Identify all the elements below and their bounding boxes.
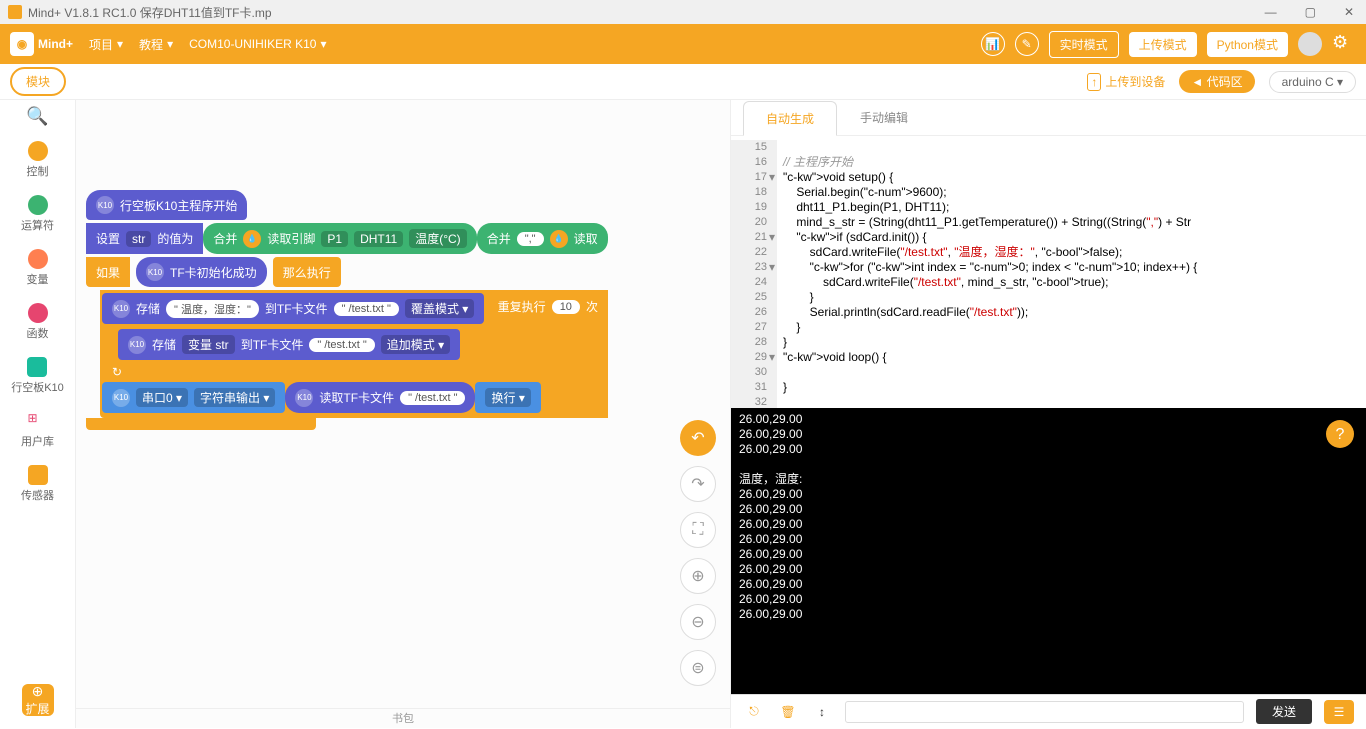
block-store-append[interactable]: K10存储变量 str到TF卡文件" /test.txt "追加模式 ▾: [118, 329, 460, 360]
block-if[interactable]: 如果 K10TF卡初始化成功 那么执行: [86, 257, 608, 290]
cat-k10[interactable]: 行空板K10: [7, 353, 68, 399]
window-controls: — ▢ ✕: [1261, 5, 1358, 19]
menu-icon[interactable]: ☰: [1324, 700, 1354, 724]
menu-project[interactable]: 项目 ▾: [89, 36, 123, 53]
right-pane: 自动生成 手动编辑 15 16// 主程序开始17▾"c-kw">void se…: [730, 100, 1366, 728]
k10-icon: K10: [112, 389, 130, 407]
cat-functions[interactable]: 函数: [23, 299, 53, 345]
sidebar: 🔍 控制 运算符 变量 函数 行空板K10 ⊞用户库 传感器 ⊕扩展: [0, 100, 76, 728]
terminal-input[interactable]: [845, 701, 1244, 723]
help-button[interactable]: ?: [1326, 420, 1354, 448]
close-button[interactable]: ✕: [1340, 5, 1358, 19]
k10-icon: K10: [128, 336, 146, 354]
header: Mind+ 项目 ▾ 教程 ▾ COM10-UNIHIKER K10 ▾ 📊 ✎…: [0, 24, 1366, 64]
logo: Mind+: [10, 32, 73, 56]
cat-userlib[interactable]: ⊞用户库: [17, 407, 58, 453]
toolbar: 模块 ↑上传到设备 ◄ 代码区 arduino C ▾: [0, 64, 1366, 100]
k10-icon: K10: [146, 263, 164, 281]
avatar[interactable]: [1298, 32, 1322, 56]
code-area-button[interactable]: ◄ 代码区: [1179, 70, 1254, 93]
send-button[interactable]: 发送: [1256, 699, 1312, 724]
workspace[interactable]: K10行空板K10主程序开始 设置str的值为 合并💧读取引脚P1DHT11温度…: [76, 100, 730, 728]
zoom-in-button[interactable]: ⊕: [680, 558, 716, 594]
block-repeat[interactable]: 重复执行10次: [488, 292, 608, 321]
edit-icon[interactable]: ✎: [1015, 32, 1039, 56]
modules-button[interactable]: 模块: [10, 67, 66, 96]
redo-button[interactable]: ↷: [680, 466, 716, 502]
zoom-reset-button[interactable]: ⊜: [680, 650, 716, 686]
terminal[interactable]: ? 26.00,29.0026.00,29.0026.00,29.00 温度，湿…: [731, 408, 1366, 694]
minimize-button[interactable]: —: [1261, 5, 1281, 19]
window-title: Mind+ V1.8.1 RC1.0 保存DHT11值到TF卡.mp: [28, 4, 272, 21]
tab-auto[interactable]: 自动生成: [743, 101, 837, 136]
menu-tutorial[interactable]: 教程 ▾: [139, 36, 173, 53]
usb-icon[interactable]: ⎋: [743, 701, 765, 723]
workspace-controls: ↶ ↷ ⛶ ⊕ ⊖ ⊜: [680, 420, 716, 686]
cat-variables[interactable]: 变量: [23, 245, 53, 291]
logo-icon: [10, 32, 34, 56]
zoom-out-button[interactable]: ⊖: [680, 604, 716, 640]
extend-button[interactable]: ⊕扩展: [22, 684, 54, 716]
language-select[interactable]: arduino C ▾: [1269, 71, 1356, 93]
drop-icon: 💧: [243, 230, 261, 248]
block-serial[interactable]: K10串口0 ▾字符串输出 ▾ K10读取TF卡文件" /test.txt " …: [102, 382, 608, 416]
cat-control[interactable]: 控制: [23, 137, 53, 183]
k10-icon: K10: [96, 196, 114, 214]
menu-port[interactable]: COM10-UNIHIKER K10 ▾: [189, 37, 326, 51]
terminal-footer: ⎋ 🗑 ↕ 发送 ☰: [731, 694, 1366, 728]
chart-icon[interactable]: 📊: [981, 32, 1005, 56]
cat-sensors[interactable]: 传感器: [17, 461, 58, 507]
upload-device-button[interactable]: ↑上传到设备: [1087, 73, 1165, 91]
code-tabs: 自动生成 手动编辑: [731, 100, 1366, 136]
titlebar: Mind+ V1.8.1 RC1.0 保存DHT11值到TF卡.mp — ▢ ✕: [0, 0, 1366, 24]
cat-operators[interactable]: 运算符: [17, 191, 58, 237]
block-start[interactable]: K10行空板K10主程序开始: [86, 190, 247, 220]
trash-icon[interactable]: 🗑: [777, 701, 799, 723]
drop-icon: 💧: [550, 230, 568, 248]
search-icon[interactable]: 🔍: [26, 106, 48, 127]
k10-icon: K10: [112, 300, 130, 318]
block-if-end[interactable]: [86, 418, 316, 430]
k10-icon: K10: [295, 389, 313, 407]
app-icon: [8, 5, 22, 19]
code-editor[interactable]: 15 16// 主程序开始17▾"c-kw">void setup() {18 …: [731, 136, 1366, 408]
undo-button[interactable]: ↶: [680, 420, 716, 456]
maximize-button[interactable]: ▢: [1301, 5, 1320, 19]
block-stack: K10行空板K10主程序开始 设置str的值为 合并💧读取引脚P1DHT11温度…: [86, 190, 608, 436]
block-repeat-end[interactable]: ↻: [102, 365, 192, 379]
crop-button[interactable]: ⛶: [680, 512, 716, 548]
upload-icon: ↑: [1087, 73, 1101, 91]
tab-manual[interactable]: 手动编辑: [837, 100, 931, 135]
settings-icon[interactable]: ⚙: [1332, 32, 1356, 56]
block-store-overwrite[interactable]: K10存储" 温度，湿度："到TF卡文件" /test.txt "覆盖模式 ▾: [102, 293, 484, 324]
block-setvar-row[interactable]: 设置str的值为 合并💧读取引脚P1DHT11温度(°C) 合并","💧读取: [86, 223, 608, 257]
scroll-icon[interactable]: ↕: [811, 701, 833, 723]
backpack[interactable]: 书包: [76, 708, 730, 728]
mode-python[interactable]: Python模式: [1207, 32, 1288, 57]
mode-realtime[interactable]: 实时模式: [1049, 31, 1119, 58]
mode-upload[interactable]: 上传模式: [1129, 32, 1197, 57]
